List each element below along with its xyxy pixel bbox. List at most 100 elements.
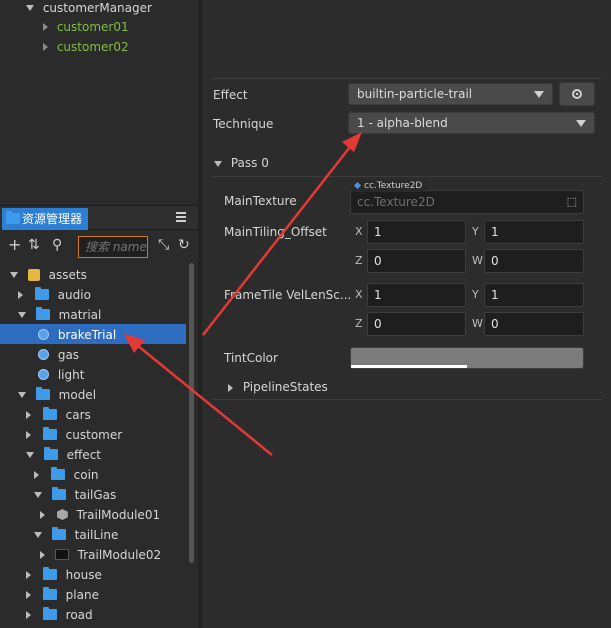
- folder-open-icon: [51, 487, 66, 500]
- alpha-bar: [351, 365, 467, 368]
- tree-item-coin[interactable]: coin: [34, 464, 99, 484]
- frametile-y-input[interactable]: 1: [484, 283, 584, 307]
- assets-panel: 资源管理器 + ⇅ ⚲ ⤡ ↻ assets audio matrial bra…: [0, 205, 198, 628]
- tab-assets[interactable]: 资源管理器: [2, 208, 89, 230]
- expand-arrow-icon[interactable]: [26, 451, 34, 458]
- tree-item-matrial[interactable]: matrial: [18, 304, 101, 324]
- tree-item-model[interactable]: model: [18, 384, 96, 404]
- expand-arrow-icon[interactable]: [34, 491, 42, 498]
- collapse-arrow-icon[interactable]: [26, 610, 31, 619]
- main-tiling-w-input[interactable]: 0: [484, 249, 584, 273]
- asset-tree: assets audio matrial brakeTrial gas ligh…: [0, 264, 190, 628]
- pipeline-states-header[interactable]: PipelineStates: [228, 379, 328, 395]
- node-customer-manager[interactable]: customerManager: [26, 0, 152, 17]
- inspector-panel: Effect builtin-particle-trail Technique …: [202, 0, 611, 628]
- axis-x-label: X: [355, 288, 363, 301]
- dropdown-caret-icon: [534, 91, 544, 98]
- tree-item-audio[interactable]: audio: [18, 284, 91, 304]
- folder-icon: [42, 607, 57, 620]
- pass-0-header[interactable]: Pass 0: [214, 155, 269, 171]
- collapse-arrow-icon[interactable]: [26, 410, 31, 419]
- tree-item-trailmodule01[interactable]: TrailModule01: [40, 504, 160, 524]
- divider: [212, 78, 602, 79]
- search-input[interactable]: [78, 236, 148, 258]
- axis-x-label: X: [355, 225, 363, 238]
- folder-open-icon: [51, 527, 66, 540]
- node-customer01[interactable]: customer01: [43, 16, 129, 36]
- tint-color-label: TintColor: [224, 351, 278, 365]
- axis-y-label: Y: [472, 225, 479, 238]
- tree-item-assets[interactable]: assets: [10, 264, 87, 284]
- refresh-icon[interactable]: ↻: [178, 237, 190, 253]
- divider: [212, 176, 602, 177]
- add-icon[interactable]: +: [8, 237, 21, 253]
- collapse-arrow-icon[interactable]: [26, 430, 31, 439]
- menu-icon[interactable]: [176, 212, 186, 224]
- collapse-arrow-icon[interactable]: [43, 42, 48, 51]
- effect-label: Effect: [213, 88, 248, 102]
- collapse-arrow-icon[interactable]: [18, 290, 23, 299]
- folder-icon: [42, 407, 57, 420]
- tree-item-trailmodule02[interactable]: TrailModule02: [40, 544, 161, 564]
- folder-open-icon: [35, 307, 50, 320]
- node-customer02[interactable]: customer02: [43, 36, 129, 56]
- expand-arrow-icon[interactable]: [34, 531, 42, 538]
- tree-item-tailgas[interactable]: tailGas: [34, 484, 116, 504]
- database-icon: [27, 268, 40, 281]
- collapse-arrow-icon[interactable]: [40, 510, 45, 519]
- main-tiling-y-input[interactable]: 1: [484, 220, 584, 244]
- expand-arrow-icon[interactable]: [18, 311, 26, 318]
- tint-color-swatch[interactable]: [350, 347, 584, 369]
- collapse-arrow-icon[interactable]: [40, 550, 45, 559]
- frametile-label: FrameTile VelLenSc...: [224, 288, 352, 302]
- main-texture-field[interactable]: cc.Texture2D ⬚: [350, 190, 584, 214]
- technique-select[interactable]: 1 - alpha-blend: [348, 112, 595, 134]
- collapse-arrow-icon[interactable]: [43, 22, 48, 31]
- expand-arrow-icon[interactable]: [214, 160, 222, 167]
- expand-arrow-icon[interactable]: [26, 4, 34, 11]
- dropdown-caret-icon: [576, 120, 586, 127]
- tree-item-light[interactable]: light: [38, 364, 84, 384]
- tree-item-effect[interactable]: effect: [26, 444, 101, 464]
- assets-toolbar: + ⇅ ⚲ ⤡ ↻: [0, 232, 198, 260]
- sort-icon[interactable]: ⇅: [28, 237, 40, 253]
- axis-w-label: W: [472, 254, 483, 267]
- frametile-w-input[interactable]: 0: [484, 312, 584, 336]
- tree-item-tailline[interactable]: tailLine: [34, 524, 118, 544]
- material-icon: [38, 369, 49, 380]
- tree-item-braketrial[interactable]: brakeTrial: [0, 324, 186, 344]
- expand-arrow-icon[interactable]: [18, 391, 26, 398]
- collapse-arrow-icon[interactable]: [228, 383, 233, 392]
- assets-scrollbar[interactable]: [189, 263, 194, 563]
- tree-item-cars[interactable]: cars: [26, 404, 91, 424]
- tree-item-house[interactable]: house: [26, 564, 102, 584]
- frametile-x-input[interactable]: 1: [367, 283, 466, 307]
- frametile-z-input[interactable]: 0: [367, 312, 466, 336]
- folder-icon: [42, 427, 57, 440]
- locate-effect-button[interactable]: [559, 82, 595, 106]
- prefab-icon: [56, 509, 68, 520]
- tree-item-gas[interactable]: gas: [38, 344, 79, 364]
- main-tiling-z-input[interactable]: 0: [367, 249, 466, 273]
- main-tiling-x-input[interactable]: 1: [367, 220, 466, 244]
- folder-icon: [42, 567, 57, 580]
- scene-preview-icon: [54, 549, 69, 560]
- effect-select[interactable]: builtin-particle-trail: [348, 83, 553, 105]
- tree-item-plane[interactable]: plane: [26, 584, 99, 604]
- texture-picker-icon[interactable]: ⬚: [567, 191, 577, 213]
- axis-y-label: Y: [472, 288, 479, 301]
- expand-arrow-icon[interactable]: [10, 271, 18, 278]
- collapse-arrow-icon[interactable]: [26, 590, 31, 599]
- axis-z-label: Z: [355, 317, 363, 330]
- collapse-all-icon[interactable]: ⤡: [158, 237, 169, 253]
- tree-item-customer[interactable]: customer: [26, 424, 122, 444]
- hierarchy-panel: customerManager customer01 customer02: [0, 0, 198, 200]
- search-filter-icon[interactable]: ⚲: [52, 237, 62, 253]
- collapse-arrow-icon[interactable]: [34, 470, 39, 479]
- collapse-arrow-icon[interactable]: [26, 570, 31, 579]
- tree-item-road[interactable]: road: [26, 604, 93, 624]
- axis-w-label: W: [472, 317, 483, 330]
- main-texture-label: MainTexture: [224, 194, 297, 208]
- folder-icon: [42, 587, 57, 600]
- folder-icon: [34, 287, 49, 300]
